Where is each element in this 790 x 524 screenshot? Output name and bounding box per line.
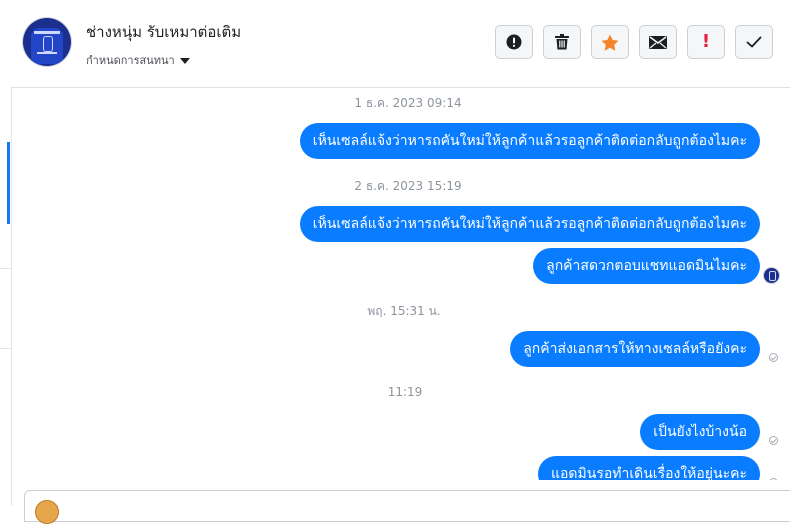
outgoing-message[interactable]: เห็นเซลล์แจ้งว่าหารถคันใหม่ให้ลูกค้าแล้ว…: [299, 206, 760, 242]
timestamp: 1 ธ.ค. 2023 09:14: [354, 96, 462, 110]
envelope-icon: [649, 35, 667, 49]
conversation-toolbar: !: [495, 25, 773, 59]
message-thread[interactable]: 1 ธ.ค. 2023 09:14 เห็นเซลล์แจ้งว่าหารถคั…: [11, 88, 790, 480]
timestamp: 11:19: [387, 385, 423, 399]
rail-active-indicator: [7, 142, 10, 224]
sent-status-icon: [769, 436, 778, 445]
caret-down-icon: [179, 57, 190, 64]
conversation-header: ช่างหนุ่ม รับเหมาต่อเติม กำหนดการสนทนา !: [11, 0, 790, 88]
trash-icon: [555, 34, 569, 50]
seen-avatar: [764, 268, 779, 283]
outgoing-message[interactable]: เห็นเซลล์แจ้งว่าหารถคันใหม่ให้ลูกค้าแล้ว…: [299, 123, 760, 159]
conversation-setting-label: กำหนดการสนทนา: [86, 54, 175, 67]
mark-important-button[interactable]: !: [687, 25, 725, 59]
outgoing-message[interactable]: ลูกค้าสดวกตอบแชทแอดมินไมคะ: [533, 248, 760, 284]
alert-circle-icon: [506, 34, 522, 50]
star-icon: [601, 34, 619, 51]
sent-status-icon: [769, 353, 778, 362]
timestamp: พฤ. 15:31 น.: [367, 304, 441, 318]
mark-done-button[interactable]: [735, 25, 773, 59]
conversation-setting-dropdown[interactable]: กำหนดการสนทนา: [86, 51, 190, 69]
page-avatar: [35, 500, 59, 524]
sent-status-icon: [769, 478, 778, 480]
important-icon: !: [701, 31, 711, 52]
outgoing-message[interactable]: แอดมินรอทำเดินเรื่องให้อยู่นะคะ: [538, 456, 760, 480]
contact-avatar[interactable]: [23, 18, 71, 66]
star-button[interactable]: [591, 25, 629, 59]
rail-divider: [0, 268, 11, 269]
delete-button[interactable]: [543, 25, 581, 59]
contact-name[interactable]: ช่างหนุ่ม รับเหมาต่อเติม: [86, 20, 241, 44]
outgoing-message[interactable]: ลูกค้าส่งเอกสารให้ทางเซลล์หรือยังคะ: [510, 331, 760, 367]
message-composer[interactable]: [24, 490, 790, 524]
mark-spam-button[interactable]: [495, 25, 533, 59]
check-icon: [746, 36, 762, 48]
mark-unread-button[interactable]: [639, 25, 677, 59]
timestamp: 2 ธ.ค. 2023 15:19: [354, 179, 462, 193]
outgoing-message[interactable]: เป็นยังไงบ้างน้อ: [640, 414, 760, 450]
rail-divider: [0, 348, 11, 349]
